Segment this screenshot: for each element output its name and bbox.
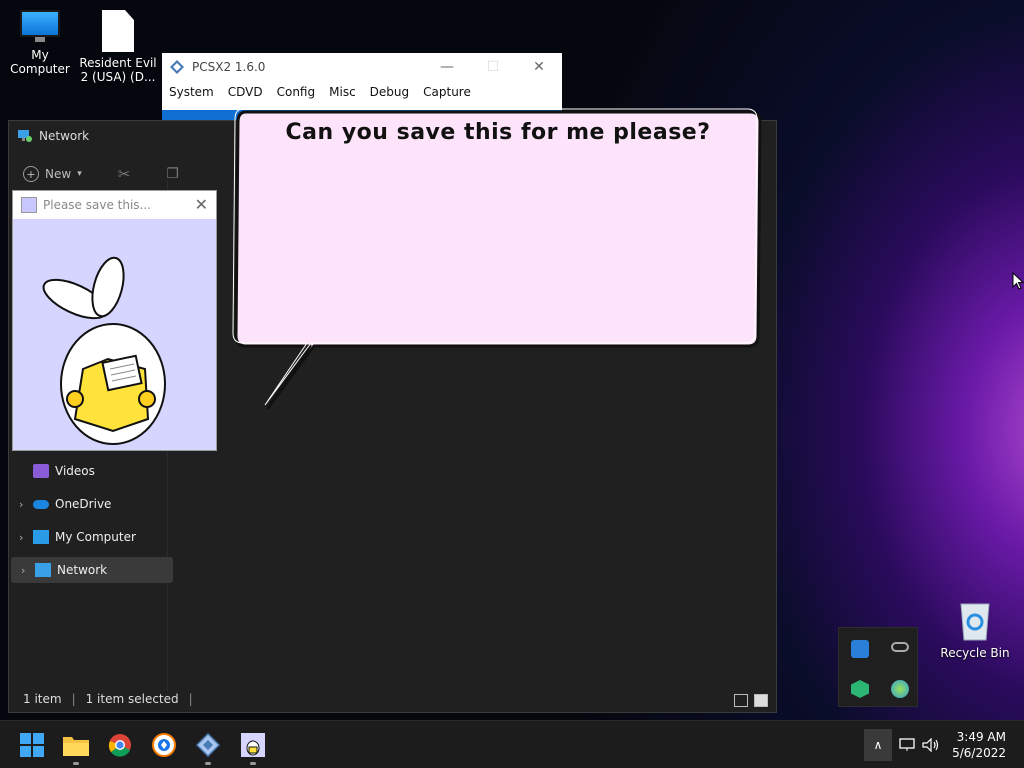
minimize-button[interactable]: — <box>424 53 470 81</box>
chevron-right-icon[interactable]: › <box>21 564 35 577</box>
pcsx2-menubar: System CDVD Config Misc Debug Capture <box>162 81 562 103</box>
network-status-button[interactable] <box>896 729 918 761</box>
speech-bubble-shape <box>232 108 762 410</box>
cloud-offline-icon[interactable] <box>891 642 909 652</box>
show-hidden-icons-button[interactable]: ∧ <box>864 729 892 761</box>
tray-overflow-flyout <box>838 627 918 707</box>
tiles-view-icon[interactable] <box>754 694 768 707</box>
chevron-down-icon: ▾ <box>77 169 82 179</box>
volume-icon <box>922 738 939 752</box>
chevron-right-icon[interactable]: › <box>19 498 33 511</box>
file-icon <box>102 10 134 52</box>
desktop-icon-my-computer[interactable]: My Computer <box>0 10 80 76</box>
speech-bubble-text: Can you save this for me please? <box>285 120 711 145</box>
close-button[interactable]: ✕ <box>516 53 562 81</box>
bunny-app-icon <box>21 197 37 213</box>
menu-cdvd[interactable]: CDVD <box>228 85 263 99</box>
desktop-icon-recycle-bin[interactable]: Recycle Bin <box>940 598 1010 660</box>
speech-bubble: Can you save this for me please? <box>232 108 764 413</box>
security-warning-icon[interactable] <box>851 640 869 658</box>
status-item-count: 1 item <box>23 692 62 706</box>
menu-config[interactable]: Config <box>277 85 316 99</box>
plus-icon: + <box>23 166 39 182</box>
clock-date: 5/6/2022 <box>952 746 1006 760</box>
mouse-cursor-icon <box>1012 272 1024 290</box>
sidebar-item-label: Network <box>57 563 108 577</box>
desktop-icon-label: My Computer <box>10 48 70 76</box>
taskbar-bunny-app[interactable] <box>237 729 269 765</box>
bunny-popup-window: Please save this... ✕ <box>12 190 217 451</box>
popup-title: Please save this... <box>43 198 151 212</box>
monitor-icon <box>33 530 49 544</box>
sidebar-item-network[interactable]: › Network <box>11 557 173 583</box>
status-separator: | <box>188 692 193 706</box>
maximize-button[interactable]: ☐ <box>470 53 516 81</box>
taskbar: ∧ 3:49 AM 5/6/2022 <box>0 720 1024 768</box>
menu-system[interactable]: System <box>169 85 214 99</box>
popup-titlebar[interactable]: Please save this... ✕ <box>13 191 216 219</box>
taskbar-brave[interactable] <box>148 729 180 761</box>
status-separator: | <box>71 692 76 706</box>
menu-debug[interactable]: Debug <box>370 85 409 99</box>
clock-time: 3:49 AM <box>956 730 1006 744</box>
cut-icon[interactable]: ✂ <box>118 165 131 183</box>
desktop-icon-resident-evil[interactable]: Resident Evil 2 (USA) (D... <box>78 10 158 84</box>
menu-misc[interactable]: Misc <box>329 85 356 99</box>
network-icon <box>18 130 32 142</box>
view-toggle <box>734 694 768 707</box>
start-icon <box>20 733 44 757</box>
new-button[interactable]: + New ▾ <box>23 166 82 182</box>
volume-button[interactable] <box>920 729 942 761</box>
sidebar-item-onedrive[interactable]: › OneDrive <box>9 491 167 517</box>
sidebar-item-videos[interactable]: Videos <box>9 458 167 484</box>
chevron-up-icon: ∧ <box>873 738 883 752</box>
monitor-icon <box>20 10 60 44</box>
status-bar: 1 item | 1 item selected | <box>23 692 193 706</box>
cloud-icon <box>33 499 49 509</box>
network-globe-icon[interactable] <box>891 680 909 698</box>
bunny-app-icon <box>241 733 265 757</box>
new-label: New <box>45 167 72 181</box>
video-icon <box>33 464 49 478</box>
pcsx2-window: PCSX2 1.6.0 — ☐ ✕ System CDVD Config Mis… <box>162 53 562 120</box>
navigation-pane: Videos › OneDrive › My Computer › Networ… <box>9 451 173 590</box>
sidebar-item-label: Videos <box>55 464 95 478</box>
brave-icon <box>152 733 176 757</box>
pcsx2-icon <box>196 733 220 757</box>
taskbar-pcsx2[interactable] <box>192 729 224 765</box>
bunny-with-folder-image <box>42 256 166 445</box>
taskbar-clock[interactable]: 3:49 AM 5/6/2022 <box>952 729 1006 761</box>
chevron-right-icon[interactable]: › <box>19 531 33 544</box>
sidebar-item-my-computer[interactable]: › My Computer <box>9 524 167 550</box>
status-selected-count: 1 item selected <box>85 692 179 706</box>
sidebar-item-label: OneDrive <box>55 497 112 511</box>
network-wired-icon <box>899 738 915 751</box>
file-explorer-icon <box>63 737 89 756</box>
pcsx2-title: PCSX2 1.6.0 <box>192 60 266 74</box>
recycle-bin-icon <box>960 603 990 641</box>
desktop-icon-label: Resident Evil 2 (USA) (D... <box>79 56 157 84</box>
recycle-bin-label: Recycle Bin <box>940 646 1010 660</box>
chrome-icon <box>108 734 131 757</box>
taskbar-chrome[interactable] <box>104 729 136 761</box>
explorer-toolbar: + New ▾ ✂ ❐ <box>23 165 179 183</box>
explorer-title: Network <box>39 129 90 143</box>
start-button[interactable] <box>16 729 48 761</box>
taskbar-file-explorer[interactable] <box>60 729 92 765</box>
copy-icon[interactable]: ❐ <box>166 166 179 182</box>
network-icon <box>35 563 51 577</box>
close-button[interactable]: ✕ <box>195 195 208 214</box>
hex-app-icon[interactable] <box>851 680 869 698</box>
details-view-icon[interactable] <box>734 694 748 707</box>
sidebar-item-label: My Computer <box>55 530 136 544</box>
pcsx2-logo-icon <box>170 60 184 74</box>
menu-capture[interactable]: Capture <box>423 85 471 99</box>
